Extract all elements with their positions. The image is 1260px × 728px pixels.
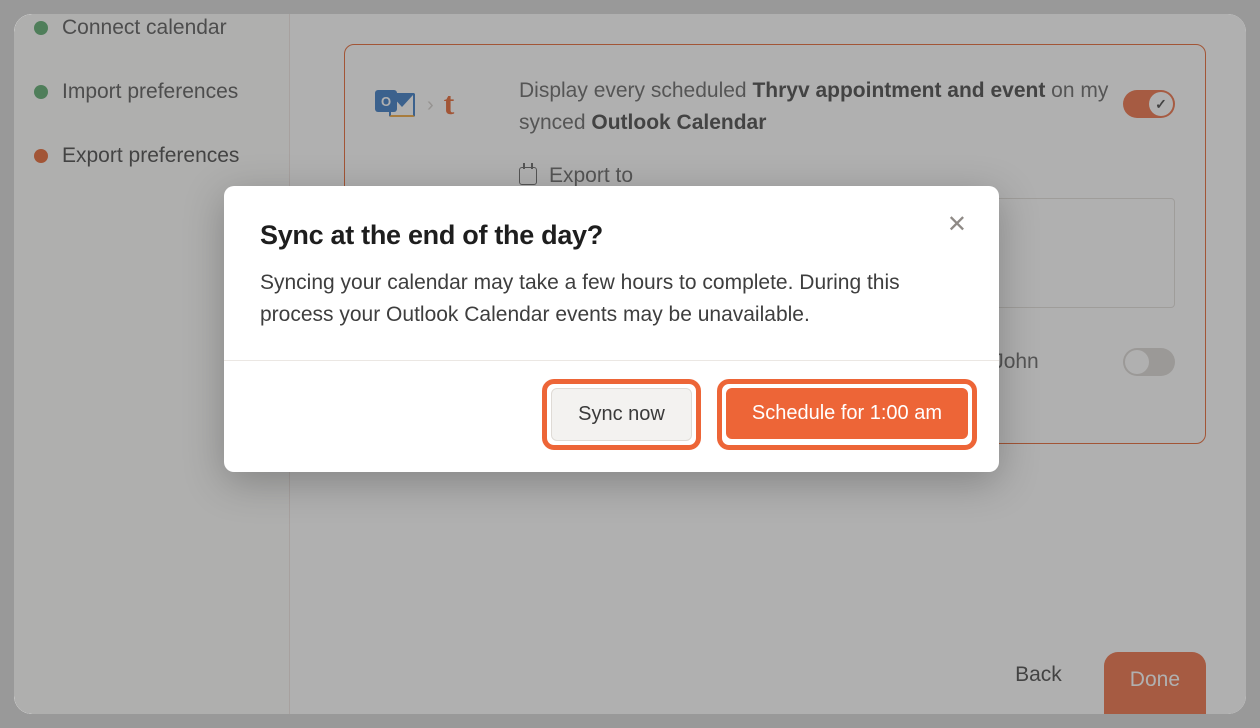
sync-schedule-modal: ✕ Sync at the end of the day? Syncing yo…	[224, 186, 999, 472]
close-button[interactable]: ✕	[941, 212, 973, 238]
sync-now-highlight: Sync now	[542, 379, 701, 450]
sync-now-button[interactable]: Sync now	[551, 388, 692, 441]
modal-body-text: Syncing your calendar may take a few hou…	[260, 267, 900, 330]
schedule-button[interactable]: Schedule for 1:00 am	[726, 388, 968, 439]
schedule-highlight: Schedule for 1:00 am	[717, 379, 977, 450]
close-icon: ✕	[947, 211, 967, 238]
modal-title: Sync at the end of the day?	[260, 220, 963, 251]
